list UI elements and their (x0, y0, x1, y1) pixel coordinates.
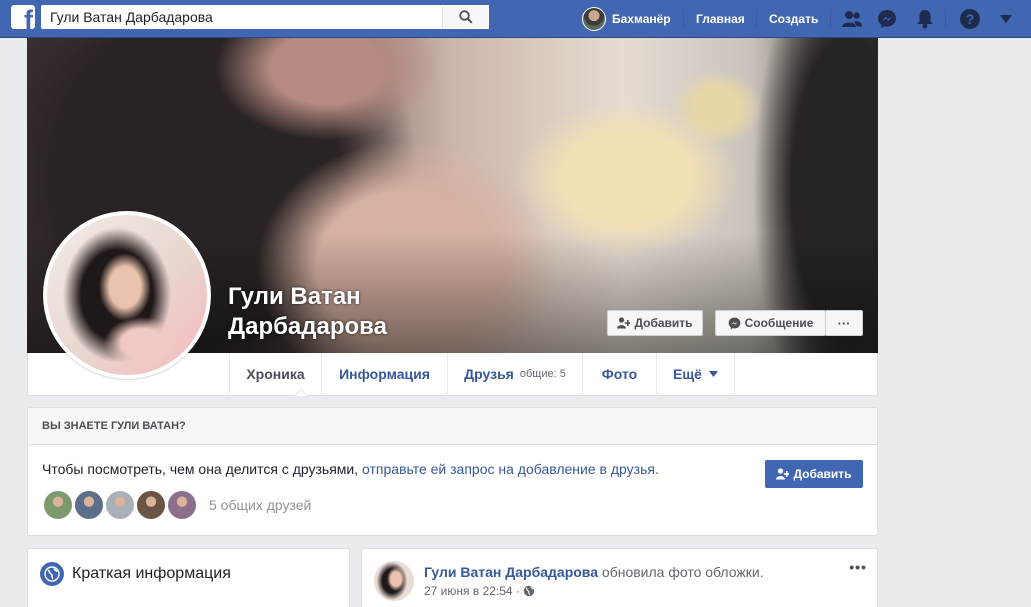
bell-icon (917, 10, 933, 29)
post-action-text: обновила фото обложки. (598, 564, 764, 580)
account-menu-button[interactable] (993, 0, 1019, 38)
profile-picture-image (47, 215, 207, 375)
post-time-text: 27 июня в 22:54 · (424, 584, 520, 598)
user-name-label: Бахманёр (612, 12, 671, 26)
messenger-icon (878, 10, 896, 28)
post-card: Гули Ватан Дарбадарова обновила фото обл… (361, 548, 878, 607)
tab-more-label: Ещё (673, 366, 702, 382)
friends-icon (842, 11, 862, 27)
notifications-button[interactable] (912, 0, 938, 38)
tab-friends-mutual-count: общие: 5 (519, 368, 566, 380)
mutual-friend-avatar[interactable] (42, 489, 74, 521)
tab-friends-label: Друзья (464, 366, 514, 382)
top-navigation-bar: f Бахманёр Главная Создать (0, 0, 1031, 38)
user-avatar (582, 7, 606, 31)
tab-about-label: Информация (339, 366, 430, 382)
tab-more[interactable]: Ещё (657, 353, 735, 395)
caret-down-icon (1000, 15, 1012, 23)
do-you-know-card: ВЫ ЗНАЕТЕ ГУЛИ ВАТАН? Чтобы посмотреть, … (27, 407, 878, 536)
globe-icon (40, 562, 64, 586)
profile-name[interactable]: Гули Ватан Дарбадарова (228, 282, 488, 342)
send-friend-request-link[interactable]: отправьте ей запрос на добавление в друз… (362, 461, 659, 477)
message-button[interactable]: Сообщение (715, 310, 826, 336)
mutual-friend-avatar[interactable] (166, 489, 198, 521)
nav-divider (756, 10, 757, 28)
post-header: Гули Ватан Дарбадарова обновила фото обл… (424, 564, 764, 580)
caret-down-icon (708, 371, 718, 377)
do-you-know-heading: ВЫ ЗНАЕТЕ ГУЛИ ВАТАН? (28, 408, 877, 445)
profile-picture[interactable] (43, 211, 211, 379)
tab-photos-label: Фото (601, 366, 638, 382)
nav-home-link[interactable]: Главная (696, 0, 745, 38)
tab-timeline[interactable]: Хроника (229, 353, 322, 395)
post-author-avatar[interactable] (374, 561, 414, 601)
search-box (41, 5, 489, 29)
friend-requests-button[interactable] (839, 0, 865, 38)
add-friend-icon (776, 468, 790, 480)
mutual-friend-avatar[interactable] (73, 489, 105, 521)
post-timestamp[interactable]: 27 июня в 22:54 · (424, 584, 535, 598)
do-you-know-text: Чтобы посмотреть, чем она делится с друз… (42, 461, 659, 477)
nav-divider (683, 10, 684, 28)
help-button[interactable]: ? (957, 0, 983, 38)
profile-more-button[interactable]: ··· (825, 310, 863, 336)
search-input[interactable] (42, 6, 442, 28)
nav-profile-link[interactable]: Бахманёр (582, 0, 671, 38)
add-friend-icon (617, 317, 631, 329)
help-icon: ? (960, 9, 980, 29)
svg-text:?: ? (966, 11, 975, 27)
active-tab-indicator (294, 389, 308, 396)
mutual-friends-count[interactable]: 5 общих друзей (209, 497, 311, 513)
facebook-logo-icon[interactable]: f (11, 5, 35, 29)
add-friend-label: Добавить (634, 316, 693, 330)
nav-create-link[interactable]: Создать (769, 0, 818, 38)
more-dots-icon: ··· (837, 315, 851, 331)
add-friend-card-label: Добавить (793, 467, 852, 481)
search-button[interactable] (442, 6, 488, 28)
create-label: Создать (769, 12, 819, 26)
messenger-button[interactable] (874, 0, 900, 38)
add-friend-button[interactable]: Добавить (607, 310, 703, 336)
mutual-friend-avatar[interactable] (104, 489, 136, 521)
nav-divider (945, 10, 946, 28)
messenger-icon (728, 317, 740, 329)
tab-photos[interactable]: Фото (583, 353, 657, 395)
do-you-know-message: Чтобы посмотреть, чем она делится с друз… (42, 461, 363, 477)
mutual-friend-avatar[interactable] (135, 489, 167, 521)
mutual-friends-row: 5 общих друзей (42, 489, 311, 521)
message-label: Сообщение (744, 316, 814, 330)
post-options-button[interactable]: ••• (849, 559, 867, 575)
add-friend-card-button[interactable]: Добавить (765, 460, 863, 488)
post-author-link[interactable]: Гули Ватан Дарбадарова (424, 564, 598, 580)
tab-timeline-label: Хроника (246, 366, 305, 382)
intro-title: Краткая информация (72, 565, 231, 582)
intro-card: Краткая информация (27, 548, 350, 607)
search-icon (458, 10, 473, 24)
home-label: Главная (696, 12, 745, 26)
tab-friends[interactable]: Друзья общие: 5 (448, 353, 583, 395)
tab-about[interactable]: Информация (322, 353, 448, 395)
nav-divider (830, 10, 831, 28)
public-globe-icon (523, 585, 535, 597)
